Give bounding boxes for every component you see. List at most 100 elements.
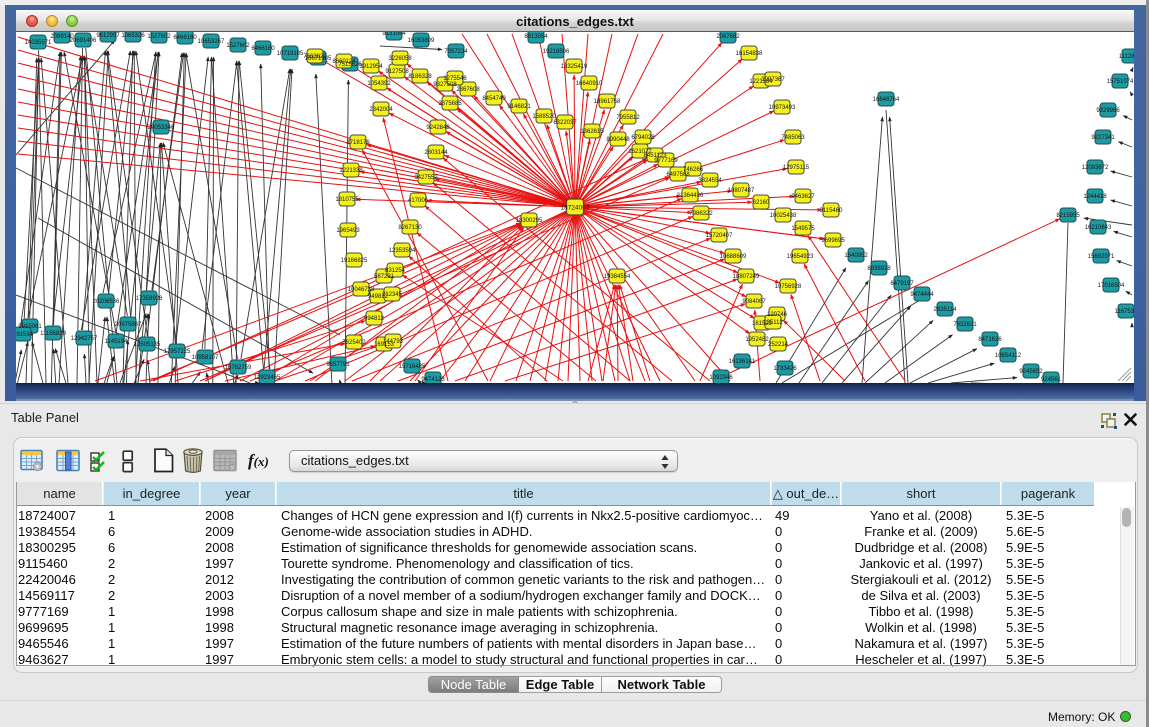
svg-text:10719185: 10719185 [277, 51, 304, 57]
svg-text:746266: 746266 [683, 167, 704, 173]
svg-text:16210643: 16210643 [1085, 225, 1112, 231]
svg-text:10046738: 10046738 [348, 287, 375, 293]
svg-text:2718176: 2718176 [346, 140, 370, 146]
svg-text:1065326: 1065326 [121, 33, 145, 39]
svg-text:2867608: 2867608 [456, 87, 480, 93]
svg-text:1810755: 1810755 [335, 197, 359, 203]
svg-text:1527602: 1527602 [147, 34, 171, 40]
svg-text:252214: 252214 [768, 342, 789, 348]
svg-text:991534: 991534 [16, 332, 34, 338]
svg-text:9427552: 9427552 [414, 175, 438, 181]
svg-text:10653267: 10653267 [198, 39, 225, 45]
svg-text:1092346: 1092346 [709, 375, 733, 381]
svg-text:9227341: 9227341 [1091, 135, 1115, 141]
svg-text:3226058: 3226058 [388, 56, 412, 62]
svg-text:9245652: 9245652 [1019, 369, 1043, 375]
svg-text:587231: 587231 [374, 274, 395, 280]
svg-text:17016504: 17016504 [1098, 283, 1125, 289]
svg-text:19384554: 19384554 [604, 274, 631, 280]
svg-text:9327508: 9327508 [433, 82, 457, 88]
svg-text:19654923: 19654923 [787, 254, 814, 260]
svg-text:8938928: 8938928 [867, 266, 891, 272]
svg-text:1527602: 1527602 [226, 43, 250, 49]
svg-text:9131054: 9131054 [382, 32, 406, 37]
svg-text:12505135: 12505135 [134, 342, 161, 348]
svg-text:2087682: 2087682 [716, 34, 740, 40]
svg-text:144793: 144793 [383, 339, 404, 345]
svg-text:6466160: 6466160 [251, 46, 275, 52]
svg-text:10973493: 10973493 [769, 105, 796, 111]
svg-text:7357224: 7357224 [444, 49, 468, 55]
svg-text:8215955: 8215955 [1056, 213, 1080, 219]
svg-text:6479197: 6479197 [890, 281, 914, 287]
svg-text:3824554: 3824554 [698, 178, 722, 184]
svg-text:10654112: 10654112 [995, 353, 1022, 359]
svg-text:9329966: 9329966 [1096, 108, 1120, 114]
svg-text:1275546: 1275546 [443, 76, 467, 82]
svg-text:9242848: 9242848 [426, 125, 450, 131]
svg-text:7955812: 7955812 [616, 115, 640, 121]
svg-text:16961758: 16961758 [594, 99, 621, 105]
svg-text:10958107: 10958107 [192, 355, 219, 361]
svg-text:8186328: 8186328 [408, 74, 432, 80]
svg-text:2803144: 2803144 [424, 150, 448, 156]
svg-text:17359928: 17359928 [136, 296, 163, 302]
svg-text:20206536: 20206536 [93, 299, 120, 305]
svg-text:1112843: 1112843 [1119, 54, 1134, 60]
svg-text:16154838: 16154838 [736, 51, 763, 57]
svg-text:831254: 831254 [385, 268, 406, 274]
svg-text:120746: 120746 [767, 312, 788, 318]
svg-text:6466160: 6466160 [173, 35, 197, 41]
svg-text:1965493: 1965493 [336, 228, 360, 234]
svg-text:2935114: 2935114 [934, 307, 958, 313]
svg-text:9474444: 9474444 [910, 292, 934, 298]
svg-text:12093872: 12093872 [1082, 165, 1109, 171]
svg-text:12923465: 12923465 [254, 375, 281, 381]
svg-text:8660124: 8660124 [332, 59, 356, 65]
svg-text:7663822: 7663822 [303, 54, 327, 60]
svg-text:16136141: 16136141 [729, 359, 756, 365]
svg-text:7632621: 7632621 [953, 322, 977, 328]
svg-text:19166825: 19166825 [341, 258, 368, 264]
svg-text:15716485: 15716485 [399, 364, 426, 370]
svg-text:13325419: 13325419 [561, 64, 588, 70]
svg-text:9777169: 9777169 [654, 158, 678, 164]
svg-text:1145194: 1145194 [105, 339, 129, 345]
svg-text:8267130: 8267130 [398, 225, 422, 231]
svg-text:7625402: 7625402 [342, 340, 366, 346]
svg-text:1244418: 1244418 [1083, 194, 1107, 200]
svg-text:1054392: 1054392 [367, 81, 391, 87]
svg-text:20053346: 20053346 [148, 125, 175, 131]
svg-text:994812: 994812 [364, 316, 385, 322]
svg-text:15751074: 15751074 [1107, 79, 1134, 85]
svg-text:8454749: 8454749 [482, 96, 506, 102]
svg-text:6322037: 6322037 [553, 120, 577, 126]
svg-text:10688609: 10688609 [720, 254, 747, 260]
svg-text:11156829: 11156829 [40, 331, 66, 337]
svg-text:16782759: 16782759 [225, 365, 252, 371]
svg-text:9612957: 9612957 [96, 33, 120, 39]
svg-text:9699695: 9699695 [821, 238, 845, 244]
svg-text:12942757: 12942757 [71, 336, 98, 342]
svg-text:12353594: 12353594 [389, 248, 416, 254]
svg-text:21364436: 21364436 [677, 193, 704, 199]
svg-text:8471626: 8471626 [978, 337, 1002, 343]
svg-text:1549575: 1549575 [791, 226, 815, 232]
svg-text:18300295: 18300295 [516, 218, 543, 224]
svg-text:18807249: 18807249 [733, 274, 760, 280]
svg-text:16640910: 16640910 [576, 81, 603, 87]
svg-text:1362615: 1362615 [580, 129, 604, 135]
svg-text:9084067: 9084067 [742, 299, 766, 305]
svg-text:7485063: 7485063 [781, 135, 805, 141]
svg-text:1640952: 1640952 [844, 253, 868, 259]
svg-text:20691406: 20691406 [70, 38, 97, 44]
svg-text:7986322: 7986322 [689, 211, 713, 217]
svg-text:125112: 125112 [763, 320, 783, 326]
svg-text:3912954: 3912954 [359, 64, 383, 70]
svg-text:10025438: 10025438 [770, 213, 797, 219]
svg-text:9127508: 9127508 [385, 69, 409, 75]
svg-text:16053809: 16053809 [408, 38, 435, 44]
svg-text:2342004: 2342004 [369, 107, 393, 113]
svg-text:9915061: 9915061 [18, 324, 42, 330]
svg-text:1952482: 1952482 [745, 337, 769, 343]
